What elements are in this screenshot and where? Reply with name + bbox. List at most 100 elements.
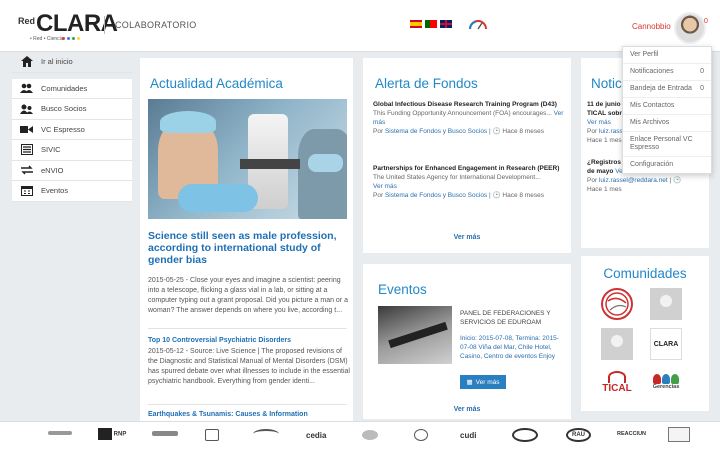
sidebar-item[interactable]: eNVIO	[12, 160, 132, 181]
sivic-icon	[20, 144, 33, 156]
user-menu-dropdown: Ver Perfil Notificaciones 0 Bandeja de Entr…	[622, 46, 712, 174]
panel-title: Comunidades	[603, 266, 687, 281]
sponsor-logo[interactable]	[48, 431, 72, 437]
sponsor-cudi-logo[interactable]: cudi	[460, 431, 476, 440]
user-menu-item[interactable]: Bandeja de Entrada 0	[623, 81, 711, 98]
video-icon	[20, 124, 33, 135]
panel-eventos: Eventos PANEL DE FEDERACIONES Y SERVICIO…	[363, 264, 571, 419]
sidebar-item-label: Comunidades	[41, 83, 88, 93]
news-hero-image[interactable]	[148, 99, 347, 219]
panel-comunidades: Comunidades CLARA TICAL Gerencias	[581, 256, 709, 411]
user-menu-label: Ver Perfil	[630, 51, 659, 58]
news-headline-link[interactable]: Science still seen as male profession, a…	[148, 230, 348, 266]
user-menu-label: Bandeja de Entrada	[630, 85, 692, 92]
eventos-more-link[interactable]: Ver más	[363, 406, 571, 413]
sponsor-reacciun-logo[interactable]: REACCIUN	[617, 431, 646, 437]
sidebar-item-label: Ir al inicio	[41, 57, 73, 67]
sidebar-item[interactable]: Busco Socios	[12, 99, 132, 120]
user-name-link[interactable]: Cannobbio	[632, 22, 671, 31]
fund-item: Partnerships for Enhanced Engagement in …	[373, 164, 565, 200]
sidebar-item[interactable]: Eventos	[12, 181, 132, 202]
user-menu-item[interactable]: Ver Perfil	[623, 47, 711, 64]
group-icon	[20, 83, 33, 94]
sponsor-logo[interactable]	[414, 429, 428, 443]
transfer-icon	[20, 165, 33, 176]
fund-by: Por	[373, 192, 384, 199]
calendar-icon: ▦	[466, 379, 473, 386]
community-clara-logo[interactable]: CLARA	[650, 328, 682, 360]
user-menu-item[interactable]: Configuración	[623, 157, 711, 173]
language-selector	[410, 20, 452, 28]
fund-source-link[interactable]: Sistema de Fondos y Busco Socios	[385, 128, 487, 135]
sidebar: Ir al inicio Comunidades Busco Socios VC Es…	[12, 52, 132, 202]
avatar[interactable]	[674, 12, 706, 44]
sponsors-footer: RNP cedia cudi RAU REACCIUN	[0, 421, 720, 449]
fund-more-link[interactable]: Ver más	[373, 183, 397, 190]
sidebar-item-label: eNVIO	[41, 165, 64, 175]
community-tical-logo[interactable]: TICAL	[601, 366, 633, 398]
logo-tagline-text: • Red • Ciencia	[30, 36, 64, 42]
sidebar-item[interactable]: VC Espresso	[12, 119, 132, 140]
sponsor-rnp-label: RNP	[113, 431, 127, 438]
user-menu-item[interactable]: Mis Archivos	[623, 115, 711, 132]
eu-flag-logo[interactable]	[668, 427, 690, 444]
sponsor-logo[interactable]	[205, 429, 219, 443]
news-item-link[interactable]: Earthquakes & Tsunamis: Causes & Informa…	[148, 411, 308, 418]
news-date: 11 de junio	[587, 101, 621, 108]
news-more-link[interactable]: Ver más	[587, 119, 611, 126]
partners-icon	[20, 103, 33, 114]
clock-icon: 🕒	[673, 177, 682, 184]
sponsor-rnp-logo[interactable]: RNP	[98, 428, 126, 440]
fund-desc: The United States Agency for Internation…	[373, 174, 541, 181]
fund-title[interactable]: Global Infectious Disease Research Train…	[373, 100, 565, 109]
user-menu-item[interactable]: Mis Contactos	[623, 98, 711, 115]
fund-by: Por	[373, 128, 384, 135]
alerta-more-link[interactable]: Ver más	[363, 234, 571, 241]
divider	[148, 404, 347, 405]
community-gerencias-label: Gerencias	[652, 384, 680, 390]
notification-badge: 0	[704, 18, 708, 25]
speedometer-icon[interactable]	[468, 17, 488, 31]
flag-es-icon[interactable]	[410, 20, 422, 28]
sidebar-item[interactable]: Comunidades	[12, 78, 132, 99]
sponsor-logo[interactable]	[253, 429, 279, 441]
event-more-button[interactable]: ▦ Ver más	[460, 375, 506, 389]
calendar-icon	[20, 185, 33, 197]
logo-prefix: Red	[18, 16, 36, 26]
logo-main: CLARA	[36, 10, 118, 37]
news-item-link[interactable]: Top 10 Controversial Psychiatric Disorde…	[148, 337, 291, 344]
sponsor-logo[interactable]	[152, 431, 178, 438]
fund-item: Global Infectious Disease Research Train…	[373, 100, 565, 135]
sidebar-item-label: SIVIC	[41, 145, 61, 155]
user-menu-label: Mis Contactos	[630, 102, 675, 109]
flag-en-icon[interactable]	[440, 20, 452, 28]
top-header: Red CLARA • Red • Ciencia COLABORATORIO …	[0, 0, 720, 52]
logo-dots	[62, 37, 80, 40]
fund-time: Hace 8 meses	[502, 192, 544, 199]
user-menu-item[interactable]: Enlace Personal VC Espresso	[623, 132, 711, 157]
community-placeholder-logo[interactable]	[650, 288, 682, 320]
community-placeholder-logo[interactable]	[601, 328, 633, 360]
sponsor-rau-logo[interactable]: RAU	[566, 428, 591, 442]
fund-time: Hace 8 meses	[502, 128, 544, 135]
user-menu-item[interactable]: Notificaciones 0	[623, 64, 711, 81]
sponsor-logo[interactable]	[512, 428, 538, 444]
event-image[interactable]	[378, 306, 452, 364]
community-globe-logo[interactable]	[601, 288, 633, 320]
divider	[148, 328, 347, 329]
news-author-link[interactable]: luiz.rassel@reddara.net	[599, 177, 668, 184]
sidebar-item[interactable]: Ir al inicio	[12, 52, 132, 73]
panel-title: Alerta de Fondos	[375, 76, 478, 91]
sidebar-item-label: VC Espresso	[41, 124, 85, 134]
fund-title[interactable]: Partnerships for Enhanced Engagement in …	[373, 164, 565, 173]
sponsor-cedia-logo[interactable]: cedia	[306, 431, 326, 440]
fund-source-link[interactable]: Sistema de Fondos y Busco Socios	[385, 192, 487, 199]
sponsor-logo[interactable]	[362, 430, 378, 442]
sidebar-item[interactable]: SIVIC	[12, 140, 132, 161]
flag-pt-icon[interactable]	[425, 20, 437, 28]
panel-alerta-fondos: Alerta de Fondos Global Infectious Disea…	[363, 58, 571, 253]
panel-actualidad: Actualidad Académica Science still seen …	[140, 58, 353, 428]
community-gerencias-logo[interactable]: Gerencias	[650, 366, 682, 398]
panel-title: Actualidad Académica	[150, 76, 283, 91]
fund-desc: This Funding Opportunity Announcement (F…	[373, 110, 552, 117]
